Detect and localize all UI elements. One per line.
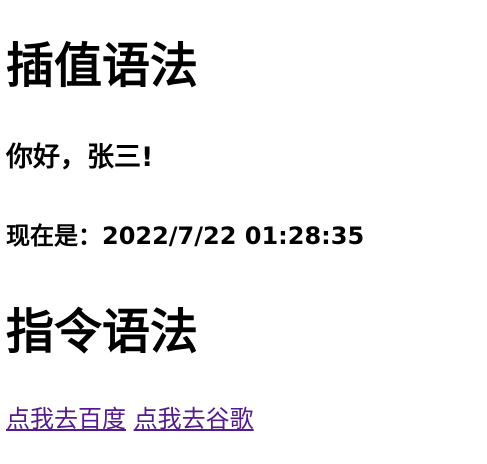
link-group: 点我去百度 点我去谷歌	[6, 403, 254, 435]
app-root: 插值语法 你好，张三! 现在是：2022/7/22 01:28:35 指令语法 …	[0, 0, 487, 464]
directive-heading: 指令语法	[6, 304, 199, 360]
interpolation-heading: 插值语法	[6, 38, 199, 94]
greeting-text: 你好，张三!	[6, 142, 154, 173]
google-link[interactable]: 点我去谷歌	[134, 405, 254, 433]
baidu-link[interactable]: 点我去百度	[6, 405, 126, 433]
current-time-text: 现在是：2022/7/22 01:28:35	[6, 222, 365, 250]
